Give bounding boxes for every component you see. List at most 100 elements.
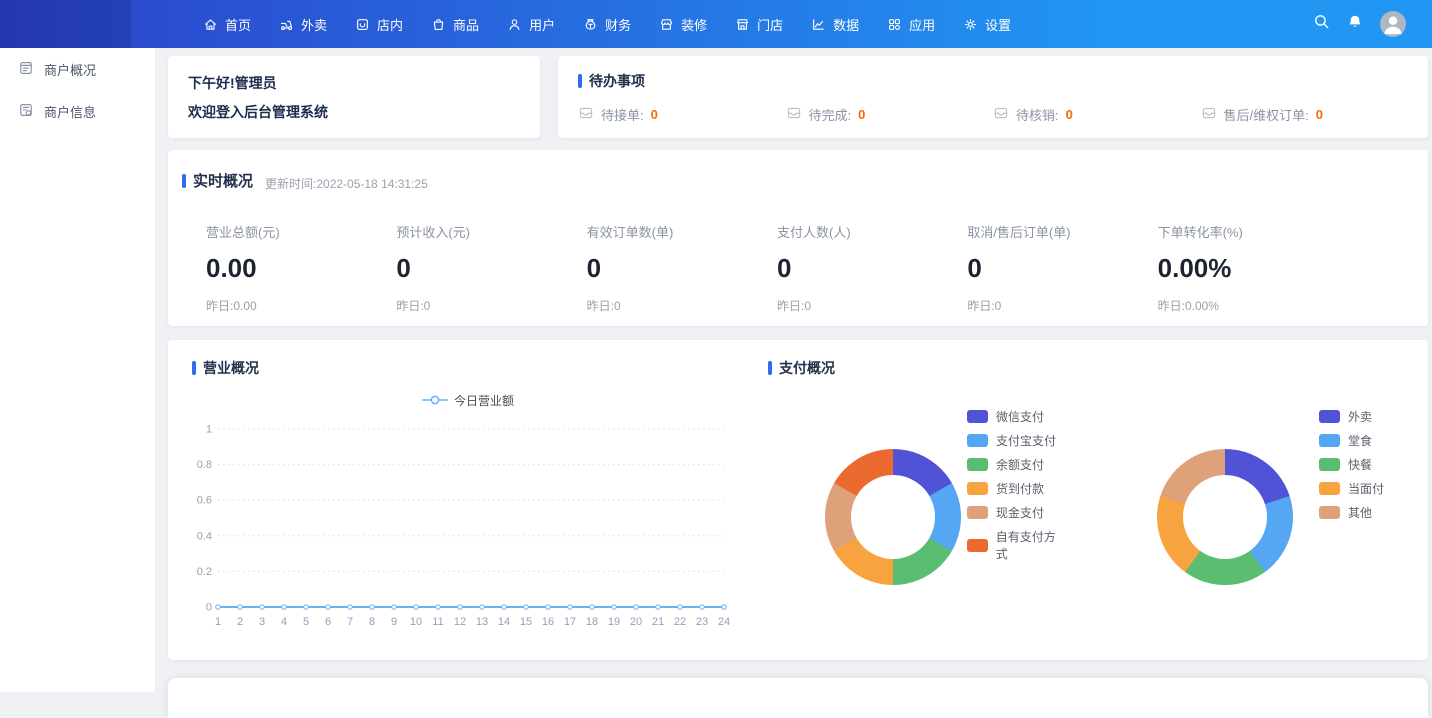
legend-swatch <box>1319 506 1340 519</box>
legend-swatch <box>1319 458 1340 471</box>
svg-text:19: 19 <box>608 616 620 628</box>
legend-item-balance-pay[interactable]: 余额支付 <box>967 456 1067 473</box>
inbox-icon <box>786 105 802 124</box>
todo-item-aftersale[interactable]: 售后/维权订单: 0 <box>1201 105 1409 124</box>
title-accent-bar <box>768 361 772 375</box>
nav-item-users[interactable]: 用户 <box>507 15 555 34</box>
avatar[interactable] <box>1380 11 1406 37</box>
stat-paying-users: 支付人数(人) 0 昨日:0 <box>777 222 967 314</box>
stat-expected-income: 预计收入(元) 0 昨日:0 <box>396 222 586 314</box>
stat-valid-orders: 有效订单数(单) 0 昨日:0 <box>587 222 777 314</box>
svg-text:10: 10 <box>410 616 422 628</box>
sidebar-item-label: 商户信息 <box>44 102 96 121</box>
stat-label: 预计收入(元) <box>396 222 586 241</box>
legend-label: 自有支付方式 <box>996 528 1067 562</box>
legend-swatch <box>967 482 988 495</box>
legend-item-fast-food[interactable]: 快餐 <box>1319 456 1384 473</box>
title-accent-bar <box>182 174 186 188</box>
nav-label: 外卖 <box>301 15 327 34</box>
nav-menu: 首页 外卖 店内 商品 用户 财务 装修 门店 <box>0 15 1011 34</box>
stat-yesterday: 昨日:0.00% <box>1158 297 1348 314</box>
inbox-icon <box>1201 105 1217 124</box>
sidebar-item-merchant-overview[interactable]: 商户概况 <box>0 48 155 90</box>
charts-card: 营业概况 今日营业额 00.20.40.60.81123456789101112… <box>168 340 1428 660</box>
legend-label: 货到付款 <box>996 480 1044 497</box>
nav-item-home[interactable]: 首页 <box>203 15 251 34</box>
nav-label: 用户 <box>529 15 555 34</box>
navbar-logo-zone <box>0 0 131 48</box>
decoration-icon <box>659 17 674 32</box>
nav-item-finance[interactable]: 财务 <box>583 15 631 34</box>
takeout-icon <box>279 17 294 32</box>
nav-item-goods[interactable]: 商品 <box>431 15 479 34</box>
legend-swatch <box>967 539 988 552</box>
business-line-chart: 00.20.40.60.8112345678910111213141516171… <box>194 415 734 633</box>
svg-text:8: 8 <box>369 616 375 628</box>
svg-text:4: 4 <box>281 616 287 628</box>
legend-item-other[interactable]: 其他 <box>1319 504 1384 521</box>
svg-text:18: 18 <box>586 616 598 628</box>
stat-label: 有效订单数(单) <box>587 222 777 241</box>
nav-item-data[interactable]: 数据 <box>811 15 859 34</box>
legend-item-cash-pay[interactable]: 现金支付 <box>967 504 1067 521</box>
navbar-right <box>1313 0 1406 48</box>
main-content: 下午好!管理员 欢迎登入后台管理系统 待办事项 待接单: 0 待完成: 0 <box>155 48 1432 692</box>
svg-text:24: 24 <box>718 616 730 628</box>
todo-label: 售后/维权订单: <box>1224 105 1309 124</box>
stat-yesterday: 昨日:0 <box>777 297 967 314</box>
legend-swatch <box>1319 410 1340 423</box>
todo-card: 待办事项 待接单: 0 待完成: 0 待核销: 0 <box>558 56 1428 138</box>
svg-text:6: 6 <box>325 616 331 628</box>
legend-swatch <box>1319 434 1340 447</box>
nav-item-apps[interactable]: 应用 <box>887 15 935 34</box>
business-title: 营业概况 <box>203 358 259 378</box>
stat-label: 取消/售后订单(单) <box>967 222 1157 241</box>
stat-yesterday: 昨日:0 <box>396 297 586 314</box>
nav-item-decoration[interactable]: 装修 <box>659 15 707 34</box>
legend-item-takeout[interactable]: 外卖 <box>1319 408 1384 425</box>
order-type-donut-chart <box>1157 449 1293 585</box>
sidebar-item-merchant-info[interactable]: 商户信息 <box>0 90 155 132</box>
legend-item-wechat-pay[interactable]: 微信支付 <box>967 408 1067 425</box>
legend-item-dine-in[interactable]: 堂食 <box>1319 432 1384 449</box>
inbox-icon <box>993 105 1009 124</box>
nav-item-takeout[interactable]: 外卖 <box>279 15 327 34</box>
payment-method-donut-chart <box>825 449 961 585</box>
legend-item-face-pay[interactable]: 当面付 <box>1319 480 1384 497</box>
bell-icon[interactable] <box>1347 14 1363 35</box>
legend-swatch <box>967 434 988 447</box>
svg-text:3: 3 <box>259 616 265 628</box>
nav-label: 应用 <box>909 15 935 34</box>
legend-label: 当面付 <box>1348 480 1384 497</box>
svg-text:23: 23 <box>696 616 708 628</box>
data-icon <box>811 17 826 32</box>
todo-value: 0 <box>858 107 865 122</box>
search-icon[interactable] <box>1313 13 1330 35</box>
nav-item-instore[interactable]: 店内 <box>355 15 403 34</box>
finance-icon <box>583 17 598 32</box>
legend-item-cod[interactable]: 货到付款 <box>967 480 1067 497</box>
todo-label: 待核销: <box>1016 105 1059 124</box>
nav-item-settings[interactable]: 设置 <box>963 15 1011 34</box>
todo-value: 0 <box>1316 107 1323 122</box>
nav-item-store[interactable]: 门店 <box>735 15 783 34</box>
store-icon <box>735 17 750 32</box>
sidebar: 商户概况 商户信息 <box>0 48 155 692</box>
top-navbar: 首页 外卖 店内 商品 用户 财务 装修 门店 <box>0 0 1432 48</box>
realtime-overview-card: 实时概况 更新时间:2022-05-18 14:31:25 营业总额(元) 0.… <box>168 150 1428 326</box>
svg-text:0.6: 0.6 <box>197 495 212 507</box>
welcome-card: 下午好!管理员 欢迎登入后台管理系统 <box>168 56 540 138</box>
line-chart-legend[interactable]: 今日营业额 <box>192 392 744 409</box>
legend-item-own-pay[interactable]: 自有支付方式 <box>967 528 1067 562</box>
legend-label: 堂食 <box>1348 432 1372 449</box>
legend-item-alipay[interactable]: 支付宝支付 <box>967 432 1067 449</box>
legend-swatch <box>967 458 988 471</box>
todo-item-pending-verify[interactable]: 待核销: 0 <box>993 105 1201 124</box>
svg-text:5: 5 <box>303 616 309 628</box>
todo-item-pending-accept[interactable]: 待接单: 0 <box>578 105 786 124</box>
users-icon <box>507 17 522 32</box>
legend-label: 支付宝支付 <box>996 432 1056 449</box>
todo-item-pending-complete[interactable]: 待完成: 0 <box>786 105 994 124</box>
title-accent-bar <box>578 74 582 88</box>
stat-conversion-rate: 下单转化率(%) 0.00% 昨日:0.00% <box>1158 222 1348 314</box>
